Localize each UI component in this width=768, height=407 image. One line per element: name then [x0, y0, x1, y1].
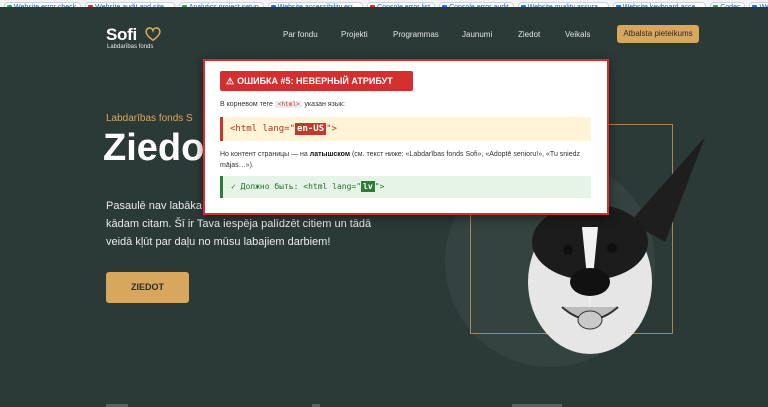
error-description: В корневом теге <html> указан язык: [220, 101, 345, 108]
wrong-lang-value: en-US [295, 123, 327, 135]
logo-name: Sofi [106, 25, 137, 44]
html-tag-chip: <html> [274, 101, 303, 108]
code-suffix: "> [326, 124, 337, 134]
good-code-suffix: "> [374, 182, 385, 191]
error-explanation: Но контент страницы — на латышском (см. … [220, 149, 592, 171]
explanation-language: латышском [309, 151, 350, 158]
bookmarks-bar: Website error checkWebsite audit and sit… [0, 0, 768, 7]
logo-subtitle: Labdarības fonds [107, 44, 154, 50]
nav-projekti[interactable]: Projekti [341, 30, 368, 39]
heart-logo-icon [145, 27, 161, 42]
error-desc-suffix: указан язык: [304, 101, 345, 108]
nav-ziedot[interactable]: Ziedot [518, 30, 540, 39]
nav-par-fondu[interactable]: Par fondu [283, 30, 318, 39]
hero-text-line: veidā kļūt par daļu no mūsu labajiem dar… [106, 236, 331, 248]
warning-icon: ⚠ [226, 76, 235, 86]
good-code-prefix: ✓ Должно быть: <html lang=" [231, 182, 362, 191]
incorrect-code-block: <html lang=" en-US "> [220, 117, 591, 141]
hero-text-line: kādam citam. Šī ir Tava iespēja palīdzēt… [106, 218, 372, 230]
error-desc-prefix: В корневом теге [220, 101, 273, 108]
donate-button[interactable]: ZIEDOT [106, 272, 189, 303]
nav-veikals[interactable]: Veikals [565, 30, 590, 39]
hero-title: Ziedot [103, 127, 217, 169]
code-prefix: <html lang=" [230, 124, 296, 134]
hero-subtitle: Labdarības fonds S [106, 113, 193, 124]
explanation-prefix: Но контент страницы — на [220, 151, 308, 158]
nav-jaunumi[interactable]: Jaunumi [462, 30, 492, 39]
nav-programmas[interactable]: Programmas [393, 30, 439, 39]
support-application-button[interactable]: Atbalsta pieteikums [617, 25, 699, 43]
correct-code-block: ✓ Должно быть: <html lang=" lv "> [220, 176, 591, 198]
error-panel: ⚠ ОШИБКА #5: НЕВЕРНЫЙ АТРИБУТ lang В корн… [203, 59, 609, 215]
logo[interactable]: Sofi Labdarības fonds [106, 25, 161, 50]
error-badge: ⚠ ОШИБКА #5: НЕВЕРНЫЙ АТРИБУТ lang [220, 71, 413, 106]
correct-lang-value: lv [361, 181, 375, 192]
